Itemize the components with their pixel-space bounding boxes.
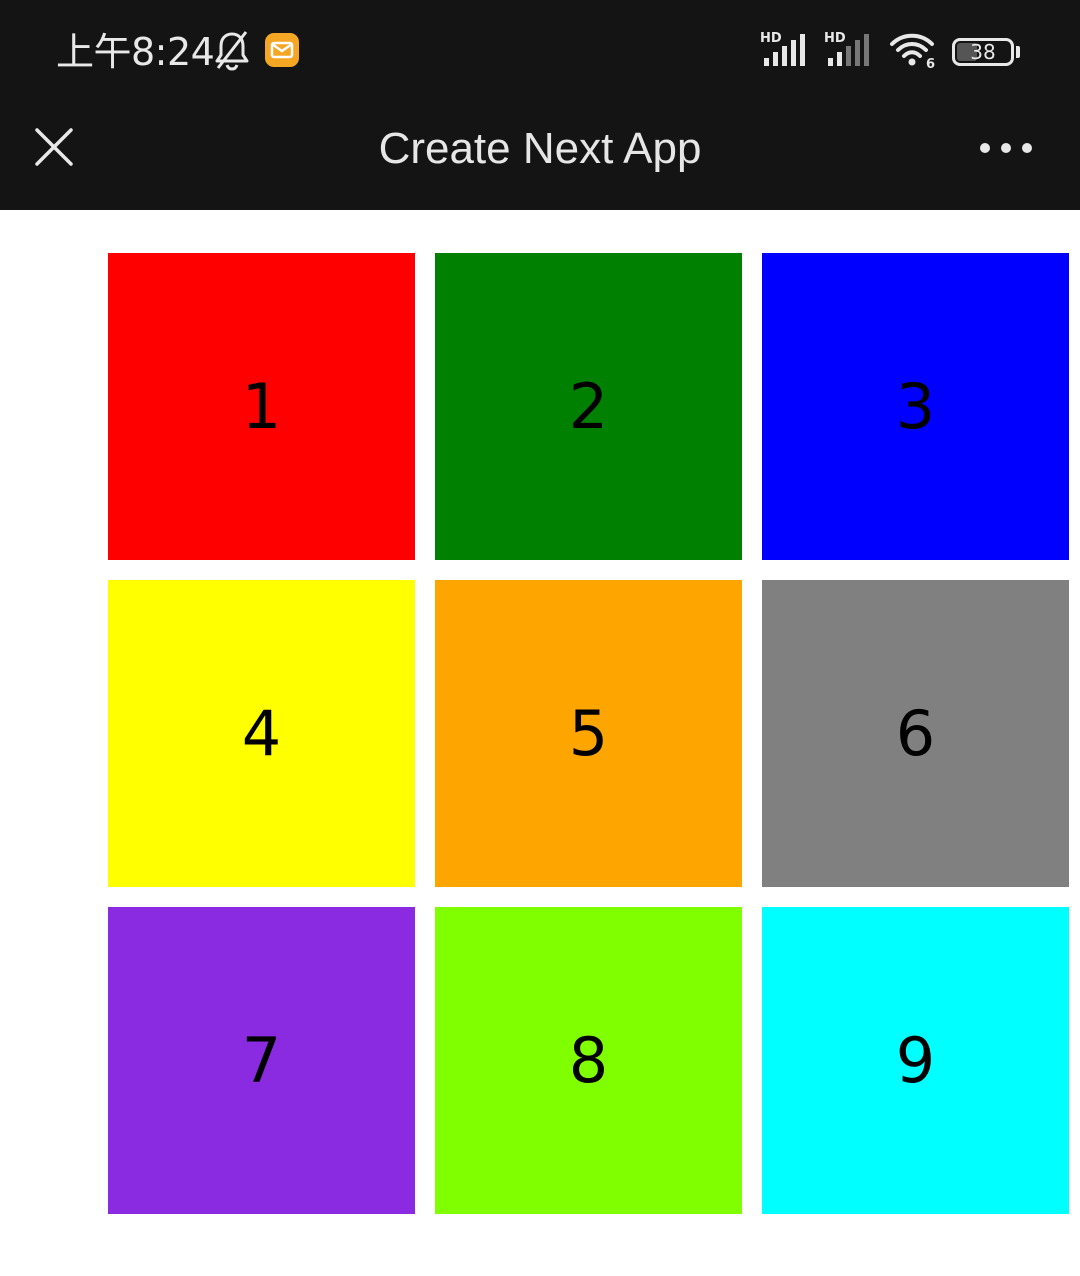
- status-left-icons: [212, 30, 300, 74]
- status-time: 上午8:24: [56, 30, 215, 74]
- grid-item[interactable]: 4: [108, 580, 415, 887]
- wifi-6-icon: 6: [888, 30, 938, 74]
- grid-item[interactable]: 3: [762, 253, 1069, 560]
- grid-item[interactable]: 2: [435, 253, 742, 560]
- hd-signal-icon: HD: [760, 30, 810, 74]
- signal-1-label: HD: [760, 31, 782, 46]
- more-options-button[interactable]: [968, 119, 1044, 179]
- grid-item[interactable]: 9: [762, 907, 1069, 1214]
- mail-notification-icon: [264, 32, 300, 72]
- grid-item[interactable]: 6: [762, 580, 1069, 887]
- battery-tip: [1016, 46, 1020, 58]
- color-grid: 1 2 3 4 5 6 7 8 9: [108, 253, 1069, 1214]
- battery-percent: 38: [970, 40, 996, 64]
- title-bar: Create Next App: [0, 105, 1080, 210]
- close-button[interactable]: [24, 119, 84, 179]
- status-right-icons: HD HD 6 38: [760, 30, 1020, 74]
- signal-2-label: HD: [824, 31, 846, 46]
- status-bar: 上午8:24 HD HD 6 38: [0, 0, 1080, 105]
- hd-signal-icon: HD: [824, 30, 874, 74]
- grid-item[interactable]: 8: [435, 907, 742, 1214]
- grid-item[interactable]: 1: [108, 253, 415, 560]
- battery-icon: 38: [952, 38, 1020, 66]
- close-icon: [33, 126, 75, 172]
- grid-item[interactable]: 5: [435, 580, 742, 887]
- bell-muted-icon: [212, 28, 252, 76]
- wifi-label: 6: [926, 57, 935, 70]
- battery-indicator: 38: [952, 38, 1014, 66]
- more-horizontal-icon: [979, 140, 1033, 159]
- grid-item[interactable]: 7: [108, 907, 415, 1214]
- page-title: Create Next App: [378, 124, 702, 173]
